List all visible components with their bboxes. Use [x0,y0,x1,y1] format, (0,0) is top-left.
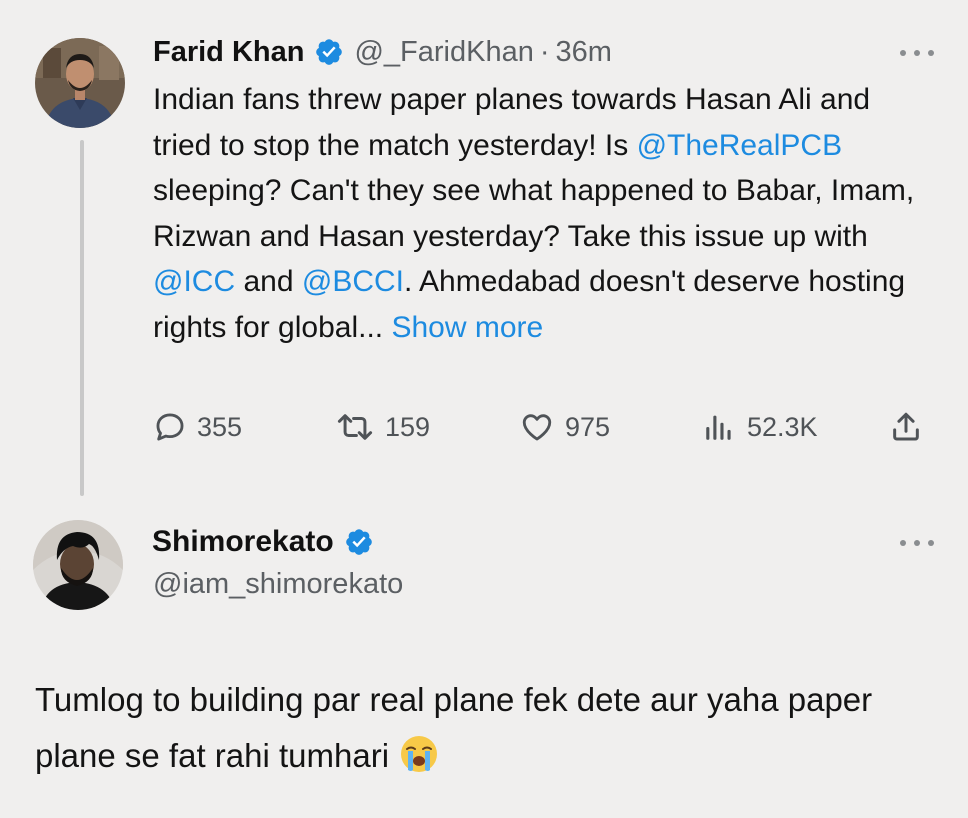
share-button[interactable] [889,405,933,449]
reply-button[interactable]: 355 [153,405,242,449]
reply-count: 355 [197,411,243,442]
views-bars-icon [706,415,731,440]
retweet-button[interactable]: 159 [335,405,430,449]
avatar-farid-khan[interactable] [35,38,125,128]
like-button[interactable]: 975 [519,405,610,449]
retweet-icon [337,414,373,440]
reply-author-handle[interactable]: @iam_shimorekato [153,568,403,601]
views-count: 52.3K [747,411,818,442]
share-upload-icon [893,412,919,441]
author-name[interactable]: Farid Khan [153,36,304,69]
verified-badge-icon [314,37,344,67]
mention-therealpcb[interactable]: @TheRealPCB [637,129,843,162]
more-dots-icon[interactable] [900,538,934,548]
reply-text: Tumlog to building par real plane fek de… [35,672,935,784]
mention-bcci[interactable]: @BCCI [302,265,404,298]
reply-author-name[interactable]: Shimorekato [152,525,334,559]
retweet-count: 159 [385,411,431,442]
author-handle[interactable]: @_FaridKhan [354,36,533,69]
views-button[interactable]: 52.3K [701,405,818,449]
avatar-shimorekato[interactable] [33,520,123,610]
heart-icon [522,414,552,441]
loudly-crying-face-emoji [399,734,439,774]
reply-header: Shimorekato [152,522,384,562]
more-dots-icon[interactable] [900,48,934,58]
verified-badge-icon [344,527,374,557]
like-count: 975 [565,411,611,442]
tweet-timestamp[interactable]: 36m [556,36,612,69]
thread-connector-line [80,140,84,496]
reply-text-content: Tumlog to building par real plane fek de… [35,681,873,774]
show-more-link[interactable]: Show more [391,311,543,344]
tweet-text-part: sleeping? Can't they see what happened t… [153,174,915,253]
tweet-header: Farid Khan @_FaridKhan · 36m [153,33,612,71]
mention-icc[interactable]: @ICC [153,265,235,298]
tweet-text-part: and [235,265,302,298]
separator-dot: · [539,35,550,68]
tweet-action-bar: 355 159 975 52.3K [153,405,943,449]
reply-bubble-icon [156,413,184,441]
tweet-text: Indian fans threw paper planes towards H… [153,77,933,350]
